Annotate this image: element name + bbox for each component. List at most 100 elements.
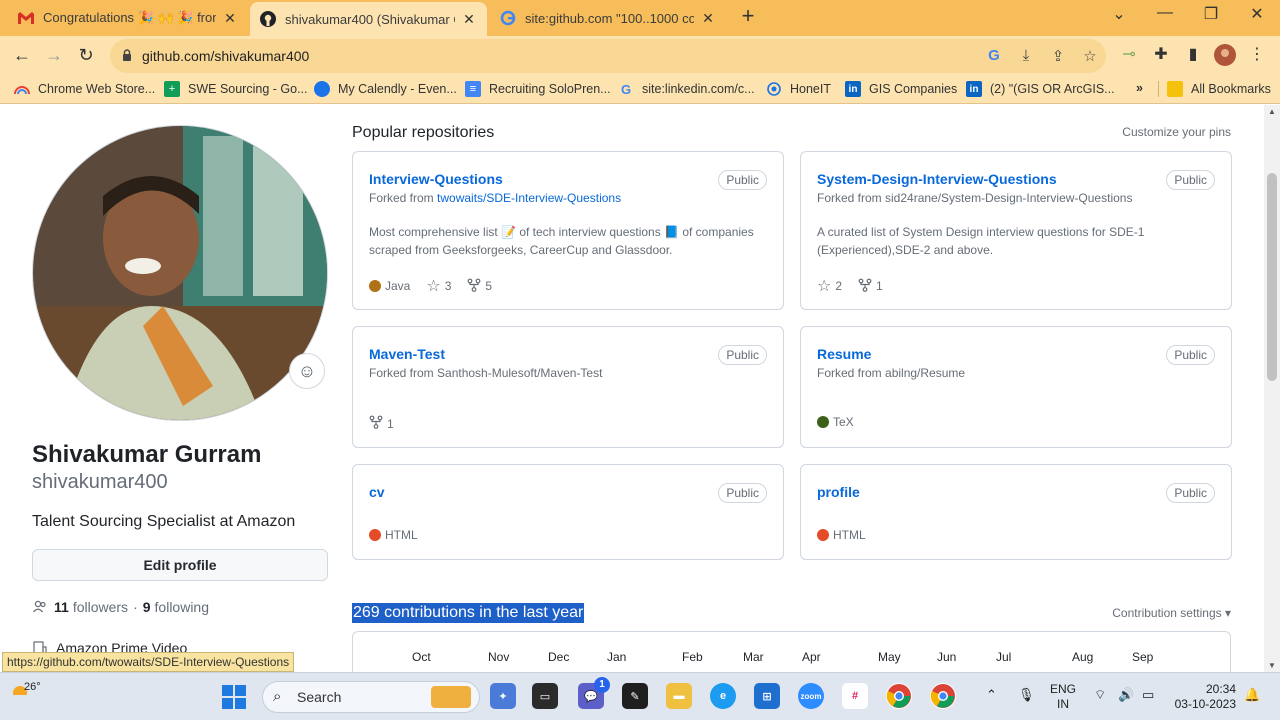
- scrollbar-thumb[interactable]: [1267, 173, 1277, 381]
- close-tab-icon[interactable]: ✕: [461, 11, 477, 28]
- follow-stats: 11 followers · 9 following: [32, 599, 209, 615]
- lock-icon: [123, 49, 131, 61]
- forked-from-link[interactable]: abilng/Resume: [885, 366, 965, 380]
- system-clock[interactable]: 20:34 03-10-2023: [1172, 682, 1236, 712]
- repo-name-link[interactable]: Interview-Questions: [369, 171, 503, 187]
- bookmark-gis-companies[interactable]: in GIS Companies: [845, 81, 957, 97]
- tab-github[interactable]: shivakumar400 (Shivakumar Gu ✕: [250, 2, 487, 36]
- microphone-icon[interactable]: 🎙: [1018, 687, 1035, 703]
- bookmark-chrome-web-store[interactable]: Chrome Web Store...: [14, 81, 155, 97]
- teams-chat-icon[interactable]: 💬 1: [578, 677, 610, 709]
- month-label: Dec: [548, 650, 570, 664]
- windows-start-icon[interactable]: [222, 685, 246, 709]
- repo-name-link[interactable]: profile: [817, 484, 860, 500]
- minimize-button[interactable]: —: [1150, 4, 1180, 22]
- forks-link[interactable]: 5: [467, 278, 492, 295]
- people-icon: [32, 600, 46, 613]
- forked-from: Forked from twowaits/SDE-Interview-Quest…: [369, 191, 622, 205]
- forks-link[interactable]: 1: [858, 278, 883, 295]
- address-bar[interactable]: github.com/shivakumar400 G ⤓ ⇪ ☆: [110, 39, 1106, 73]
- search-icon: ⌕: [273, 688, 282, 705]
- fork-icon: [369, 415, 383, 432]
- profile-avatar-icon[interactable]: [1214, 44, 1236, 66]
- tab-search-chevron-icon[interactable]: ⌄: [1104, 4, 1134, 24]
- forward-arrow-icon[interactable]: →: [42, 44, 66, 68]
- bookmark-gis-arcgis[interactable]: in (2) "(GIS OR ArcGIS...: [966, 81, 1115, 97]
- language-color-dot: [369, 529, 381, 541]
- bookmark-recruiting[interactable]: ≡ Recruiting SoloPren...: [465, 81, 611, 97]
- notification-badge: 1: [594, 677, 610, 693]
- profile-avatar[interactable]: [32, 125, 328, 421]
- task-view-icon[interactable]: ▭: [532, 683, 558, 709]
- battery-icon[interactable]: ▭: [1142, 687, 1154, 703]
- reload-icon[interactable]: ↻: [74, 44, 98, 68]
- forks-link[interactable]: 1: [369, 415, 394, 432]
- slack-icon[interactable]: #: [842, 683, 868, 709]
- taskbar-search[interactable]: ⌕ Search: [262, 681, 480, 713]
- close-window-button[interactable]: ✕: [1242, 4, 1272, 24]
- microsoft-store-icon[interactable]: ⊞: [754, 683, 780, 709]
- contribution-settings-dropdown[interactable]: Contribution settings ▾: [1112, 606, 1231, 620]
- tab-gmail[interactable]: Congratulations 🎉 🙌 🎉 from ✕: [8, 2, 248, 34]
- bookmark-calendly[interactable]: My Calendly - Even...: [314, 81, 457, 97]
- followers-link[interactable]: 11 followers: [54, 599, 128, 615]
- set-status-smiley-icon[interactable]: ☺: [289, 353, 325, 389]
- chrome-profile-icon[interactable]: [930, 683, 956, 709]
- repo-name-link[interactable]: cv: [369, 484, 385, 500]
- sticky-notes-icon[interactable]: ✎: [622, 683, 648, 709]
- repo-name-link[interactable]: Resume: [817, 346, 871, 362]
- restore-button[interactable]: ❐: [1196, 4, 1226, 24]
- page-scrollbar[interactable]: ▲ ▼: [1264, 105, 1280, 672]
- repo-card: Interview-Questions Public Forked from t…: [352, 151, 784, 310]
- month-label: Apr: [802, 650, 821, 664]
- windows-taskbar: 26° ⌕ Search ✦ ▭ 💬 1 ✎ ▬ e ⊞ zoom # ⌃ 🎙 E…: [0, 672, 1280, 720]
- back-arrow-icon[interactable]: ←: [10, 44, 34, 68]
- bookmark-site-linkedin[interactable]: Gsite:linkedin.com/c...: [618, 81, 755, 97]
- wifi-icon[interactable]: ⌔: [1094, 687, 1106, 703]
- extension-key-icon[interactable]: ⊸: [1118, 44, 1140, 66]
- bookmark-star-icon[interactable]: ☆: [1080, 47, 1100, 67]
- bookmarks-bar: Chrome Web Store... + SWE Sourcing - Go..…: [0, 76, 1280, 104]
- chrome-icon[interactable]: [886, 683, 912, 709]
- language-color-dot: [369, 280, 381, 292]
- new-tab-button[interactable]: +: [737, 5, 759, 28]
- close-tab-icon[interactable]: ✕: [222, 10, 238, 27]
- bookmark-swe-sourcing[interactable]: + SWE Sourcing - Go...: [164, 81, 307, 97]
- scroll-up-arrow-icon[interactable]: ▲: [1268, 107, 1276, 116]
- stars-link[interactable]: ☆ 2: [817, 276, 842, 296]
- notifications-bell-icon[interactable]: 🔔: [1244, 687, 1260, 703]
- forked-from-link[interactable]: sid24rane/System-Design-Interview-Questi…: [885, 191, 1132, 205]
- forked-from-link[interactable]: Santhosh-Mulesoft/Maven-Test: [437, 366, 602, 380]
- google-icon: G: [620, 81, 632, 97]
- customize-pins-link[interactable]: Customize your pins: [1122, 125, 1231, 139]
- file-explorer-icon[interactable]: ▬: [666, 683, 692, 709]
- language-indicator[interactable]: ENG IN: [1050, 682, 1076, 712]
- weather-widget[interactable]: 26°: [10, 681, 41, 700]
- more-bookmarks-chevron-icon[interactable]: »: [1136, 81, 1143, 95]
- repo-language: Java: [369, 279, 410, 293]
- repo-name-link[interactable]: Maven-Test: [369, 346, 445, 362]
- scroll-down-arrow-icon[interactable]: ▼: [1268, 661, 1276, 670]
- honeit-icon: [766, 81, 782, 97]
- edge-browser-icon[interactable]: e: [710, 683, 736, 709]
- install-app-icon[interactable]: ⤓: [1016, 47, 1036, 67]
- close-tab-icon[interactable]: ✕: [700, 10, 716, 27]
- repo-name-link[interactable]: System-Design-Interview-Questions: [817, 171, 1057, 187]
- all-bookmarks[interactable]: All Bookmarks: [1158, 81, 1271, 97]
- extensions-puzzle-icon[interactable]: ✚: [1150, 44, 1172, 66]
- tab-google-search[interactable]: site:github.com "100..1000 contr ✕: [490, 2, 726, 34]
- stars-link[interactable]: ☆ 3: [426, 276, 451, 296]
- side-panel-icon[interactable]: ▮: [1182, 44, 1204, 66]
- forked-from-link[interactable]: twowaits/SDE-Interview-Questions: [437, 191, 621, 205]
- volume-icon[interactable]: 🔊: [1118, 687, 1134, 703]
- bookmark-honeit[interactable]: HoneIT: [766, 81, 831, 97]
- search-highlight-icon: [431, 686, 471, 708]
- edit-profile-button[interactable]: Edit profile: [32, 549, 328, 581]
- following-link[interactable]: 9 following: [143, 599, 209, 615]
- zoom-icon[interactable]: zoom: [798, 683, 824, 709]
- copilot-icon[interactable]: ✦: [490, 683, 516, 709]
- chrome-menu-icon[interactable]: ⋮: [1246, 44, 1268, 66]
- google-lens-icon[interactable]: G: [984, 47, 1004, 67]
- show-hidden-icons-chevron-icon[interactable]: ⌃: [986, 687, 997, 703]
- share-icon[interactable]: ⇪: [1048, 47, 1068, 67]
